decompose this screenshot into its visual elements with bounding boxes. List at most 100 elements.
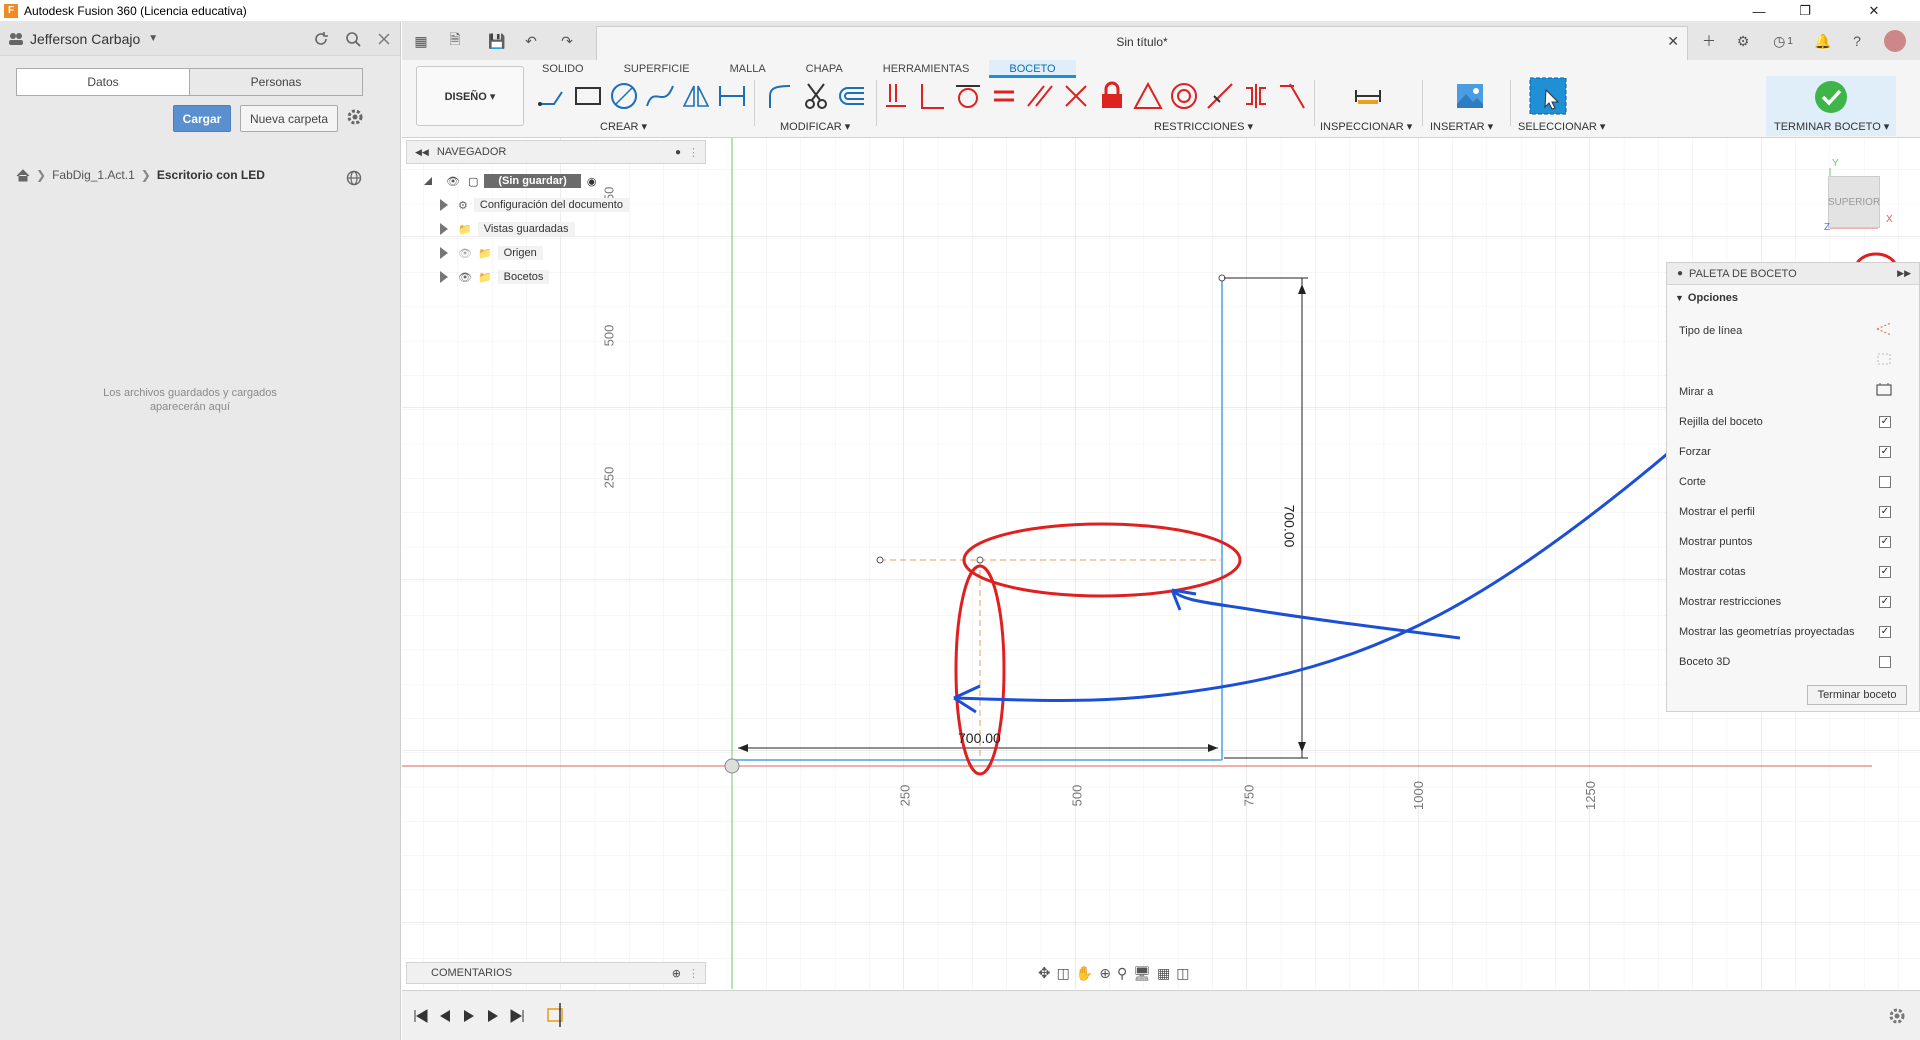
play-icon[interactable] — [460, 1007, 478, 1025]
tab-personas[interactable]: Personas — [190, 69, 362, 95]
dimension-value-horizontal[interactable]: 700.00 — [958, 730, 1001, 746]
collapse-icon[interactable]: ◀◀ — [415, 147, 429, 158]
mirror-tool-icon[interactable] — [680, 80, 712, 112]
lock-constraint-icon[interactable] — [1096, 80, 1128, 112]
symmetry-constraint-icon[interactable] — [1240, 80, 1272, 112]
tab-boceto[interactable]: BOCETO — [989, 60, 1076, 78]
measure-tool-icon[interactable] — [1352, 80, 1384, 112]
tab-malla[interactable]: MALLA — [710, 60, 786, 78]
close-window-button[interactable]: ✕ — [1828, 0, 1920, 22]
tangent-constraint-icon[interactable] — [952, 80, 984, 112]
file-icon[interactable]: 🗎 — [444, 30, 466, 52]
gear-icon[interactable] — [1888, 1007, 1906, 1025]
close-tab-icon[interactable]: ✕ — [1667, 33, 1679, 50]
coincident-constraint-icon[interactable] — [880, 80, 912, 112]
eye-hidden-icon[interactable]: 👁 — [458, 247, 472, 260]
modify-menu[interactable]: MODIFICAR ▾ — [780, 120, 850, 133]
save-icon[interactable]: 💾 — [486, 30, 508, 52]
pan-icon[interactable]: ✋ — [1076, 965, 1093, 982]
first-step-icon[interactable] — [412, 1007, 430, 1025]
pin-icon[interactable]: ● — [1677, 268, 1683, 279]
notifications-icon[interactable]: 🔔 — [1812, 30, 1834, 52]
avatar[interactable] — [1884, 30, 1906, 52]
dimension-value-vertical[interactable]: 700.00 — [1281, 505, 1297, 548]
finish-sketch-area[interactable]: TERMINAR BOCETO ▾ — [1766, 76, 1896, 136]
finish-sketch-button[interactable]: Terminar boceto — [1807, 685, 1907, 705]
breadcrumb-project[interactable]: FabDig_1.Act.1 — [52, 168, 135, 182]
new-folder-button[interactable]: Nueva carpeta — [240, 105, 338, 132]
tab-herramientas[interactable]: HERRAMIENTAS — [863, 60, 990, 78]
close-panel-icon[interactable] — [373, 28, 395, 50]
undo-icon[interactable]: ↶ — [520, 30, 542, 52]
eye-icon[interactable]: 👁 — [458, 271, 472, 284]
comments-panel[interactable]: COMENTARIOS ⊕ ⋮ — [406, 962, 706, 984]
help-icon[interactable]: ? — [1846, 30, 1868, 52]
construction-line-icon[interactable] — [1875, 321, 1893, 337]
offset-tool-icon[interactable] — [836, 80, 868, 112]
add-comment-icon[interactable]: ⊕ — [672, 967, 681, 980]
checkbox-show-dimensions[interactable]: ✓ — [1879, 566, 1891, 578]
checkbox-sketch-grid[interactable]: ✓ — [1879, 416, 1891, 428]
checkbox-3d-sketch[interactable] — [1879, 656, 1891, 668]
options-section[interactable]: ▼ Opciones — [1667, 285, 1919, 311]
grid-settings-icon[interactable]: ▦ — [1157, 965, 1170, 982]
midpoint-constraint-icon[interactable] — [1204, 80, 1236, 112]
sketch-feature-icon[interactable] — [546, 1003, 568, 1027]
minimize-button[interactable]: — — [1736, 0, 1782, 22]
tree-item-document-settings[interactable]: ⚙ Configuración del documento — [440, 196, 629, 214]
concentric-constraint-icon[interactable] — [1168, 80, 1200, 112]
collapse-triangle-icon[interactable]: ▼ — [1675, 293, 1684, 303]
restore-button[interactable]: ❐ — [1782, 0, 1828, 22]
document-tab[interactable]: Sin título* ✕ — [596, 26, 1688, 60]
equal-constraint-icon[interactable] — [988, 80, 1020, 112]
job-status-icon[interactable]: ◷ 1 — [1766, 30, 1800, 52]
checkbox-show-projected[interactable]: ✓ — [1879, 626, 1891, 638]
grip-icon[interactable]: ⋮ — [688, 146, 699, 159]
circle-tool-icon[interactable] — [608, 80, 640, 112]
checkbox-snap[interactable]: ✓ — [1879, 446, 1891, 458]
select-menu[interactable]: SELECCIONAR ▾ — [1518, 120, 1605, 133]
checkbox-show-profile[interactable]: ✓ — [1879, 506, 1891, 518]
refresh-icon[interactable] — [310, 28, 332, 50]
new-tab-icon[interactable]: ＋ — [1698, 30, 1720, 52]
insert-image-icon[interactable] — [1454, 80, 1486, 112]
expand-icon[interactable]: ▶▶ — [1897, 268, 1911, 279]
home-icon[interactable] — [16, 168, 30, 182]
trim-tool-icon[interactable] — [800, 80, 832, 112]
expand-triangle-icon[interactable] — [440, 247, 448, 259]
inspect-menu[interactable]: INSPECCIONAR ▾ — [1320, 120, 1412, 133]
redo-icon[interactable]: ↷ — [556, 30, 578, 52]
workspace-switcher-button[interactable]: DISEÑO ▾ — [416, 66, 524, 126]
view-cube-face[interactable]: SUPERIOR — [1828, 197, 1880, 208]
spline-tool-icon[interactable] — [644, 80, 676, 112]
tab-datos[interactable]: Datos — [17, 69, 190, 95]
globe-icon[interactable] — [346, 170, 362, 186]
triangle-constraint-icon[interactable] — [1132, 80, 1164, 112]
create-menu[interactable]: CREAR ▾ — [600, 120, 647, 133]
grid-menu-icon[interactable]: ▦ — [410, 30, 432, 52]
tree-item-saved-views[interactable]: 📁 Vistas guardadas — [440, 220, 575, 238]
search-icon[interactable] — [342, 28, 364, 50]
checkbox-show-points[interactable]: ✓ — [1879, 536, 1891, 548]
radio-icon[interactable]: ◉ — [587, 175, 597, 188]
next-step-icon[interactable] — [484, 1007, 502, 1025]
look-at-icon[interactable]: ◫ — [1057, 965, 1070, 982]
select-tool-icon[interactable] — [1528, 76, 1568, 116]
expand-triangle-icon[interactable] — [440, 199, 448, 211]
previous-step-icon[interactable] — [436, 1007, 454, 1025]
tab-solido[interactable]: SOLIDO — [522, 60, 604, 78]
expand-triangle-icon[interactable] — [440, 271, 448, 283]
tree-item-sketches[interactable]: 👁 📁 Bocetos — [440, 268, 550, 286]
gear-icon[interactable] — [346, 108, 364, 129]
navigator-panel[interactable]: ◀◀ NAVEGADOR ● ⋮ — [406, 140, 706, 164]
centerline-icon[interactable] — [1875, 351, 1893, 367]
viewports-icon[interactable]: ◫ — [1176, 965, 1189, 982]
collapse-triangle-icon[interactable] — [422, 175, 434, 187]
tab-chapa[interactable]: CHAPA — [786, 60, 863, 78]
last-step-icon[interactable] — [508, 1007, 526, 1025]
zoom-icon[interactable]: ⊕ — [1099, 965, 1111, 982]
constraints-menu[interactable]: RESTRICCIONES ▾ — [1154, 120, 1253, 133]
look-at-icon[interactable] — [1875, 381, 1893, 397]
grip-icon[interactable]: ⋮ — [688, 967, 699, 980]
expand-triangle-icon[interactable] — [440, 223, 448, 235]
